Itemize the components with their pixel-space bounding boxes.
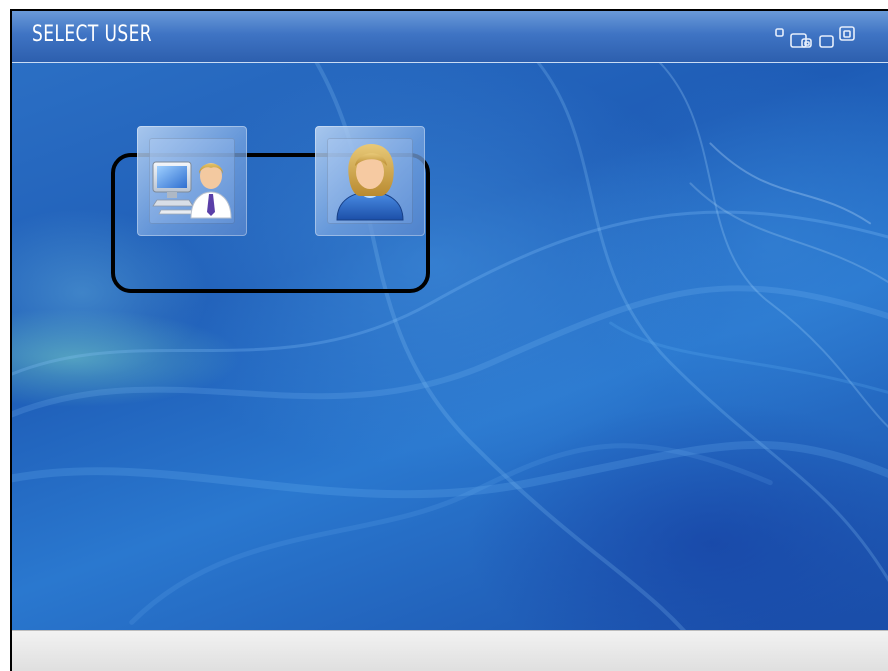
app-window: SELECT USER (10, 9, 888, 671)
maximize-icon[interactable] (819, 35, 834, 48)
user-selection-area (12, 63, 888, 630)
window-controls (775, 26, 855, 48)
minimize-icon[interactable] (775, 28, 784, 37)
restore-icon[interactable] (790, 33, 812, 48)
multi-window-icon[interactable] (839, 26, 855, 41)
user-tile-administrator[interactable] (137, 126, 247, 236)
window-title: SELECT USER (32, 22, 153, 47)
footer-bar (12, 630, 888, 671)
title-bar: SELECT USER (12, 11, 888, 63)
user-tile-standard[interactable] (315, 126, 425, 236)
standard-user-icon (336, 144, 404, 221)
administrator-computer-user-icon (152, 161, 232, 219)
